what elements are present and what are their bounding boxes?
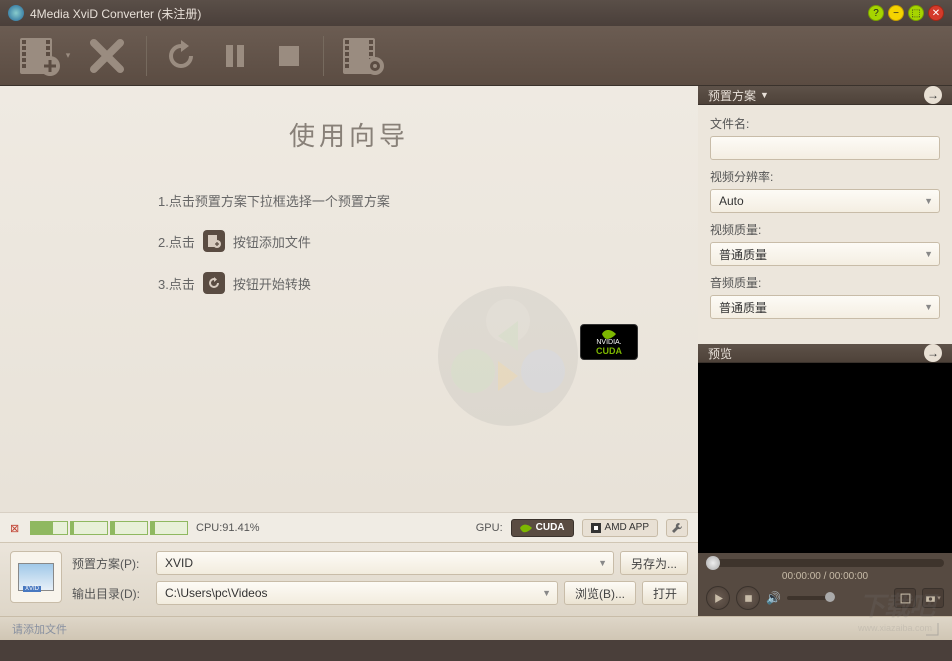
watermark: 下载吧: [859, 586, 934, 623]
titlebar: 4Media XviD Converter (未注册) ? − ⬚ ✕: [0, 0, 952, 26]
seek-bar[interactable]: [706, 559, 944, 567]
profile-thumbnail: XVID: [10, 551, 62, 603]
save-as-button[interactable]: 另存为...: [620, 551, 688, 575]
gpu-amd-badge[interactable]: AMD APP: [582, 519, 658, 537]
profile-label: 预置方案(P):: [72, 555, 150, 572]
chevron-down-icon: ▼: [924, 249, 933, 259]
close-button[interactable]: ✕: [928, 5, 944, 21]
chevron-down-icon: ▼: [924, 302, 933, 312]
separator: [146, 36, 147, 76]
maximize-button[interactable]: ⬚: [908, 5, 924, 21]
video-quality-label: 视频质量:: [710, 221, 940, 238]
audio-quality-combo[interactable]: 普通质量▼: [710, 295, 940, 319]
wizard-panel: 使用向导 1.点击预置方案下拉框选择一个预置方案 2.点击 按钮添加文件 3.点…: [0, 86, 698, 512]
browse-button[interactable]: 浏览(B)...: [564, 581, 636, 605]
preset-header[interactable]: 预置方案 ▼ →: [698, 86, 952, 105]
refresh-icon: [163, 38, 199, 74]
play-button[interactable]: [706, 586, 730, 610]
minimize-button[interactable]: −: [888, 5, 904, 21]
add-file-button[interactable]: ▾: [14, 31, 72, 81]
cuda-badge: NVIDIA. CUDA: [580, 324, 638, 360]
stop-preview-button[interactable]: [736, 586, 760, 610]
background-logo: [428, 276, 588, 436]
volume-slider[interactable]: [787, 596, 835, 600]
watermark-url: www.xiazaiba.com: [858, 623, 932, 633]
preview-go-button[interactable]: →: [924, 344, 942, 362]
stats-close-button[interactable]: ⊠: [10, 522, 22, 534]
chevron-down-icon: ▼: [598, 558, 607, 568]
film-add-icon: [16, 34, 64, 78]
destination-combo[interactable]: C:\Users\pc\Videos ▼: [156, 581, 558, 605]
stop-icon: [271, 38, 307, 74]
seek-thumb[interactable]: [706, 556, 720, 570]
amd-icon: [591, 523, 601, 533]
video-quality-combo[interactable]: 普通质量▼: [710, 242, 940, 266]
resolution-combo[interactable]: Auto▼: [710, 189, 940, 213]
wrench-icon: [671, 522, 683, 534]
preset-form-spacer: [698, 337, 952, 344]
pause-button[interactable]: [211, 34, 259, 78]
refresh-small-icon: [203, 272, 225, 294]
time-display: 00:00:00 / 00:00:00: [706, 571, 944, 582]
main-area: 使用向导 1.点击预置方案下拉框选择一个预置方案 2.点击 按钮添加文件 3.点…: [0, 86, 952, 616]
wizard-step-2: 2.点击 按钮添加文件: [158, 230, 698, 252]
status-hint: 请添加文件: [12, 621, 67, 637]
preview-header: 预览 →: [698, 344, 952, 363]
gpu-cuda-badge[interactable]: CUDA: [511, 519, 574, 537]
chevron-down-icon: ▼: [542, 588, 551, 598]
preset-form: 文件名: 视频分辨率: Auto▼ 视频质量: 普通质量▼ 音频质量: 普通质量…: [698, 105, 952, 337]
chevron-down-icon: ▼: [924, 196, 933, 206]
right-column: 预置方案 ▼ → 文件名: 视频分辨率: Auto▼ 视频质量: 普通质量▼ 音…: [698, 86, 952, 616]
output-settings: XVID 预置方案(P): XVID ▼ 另存为... 输出目录(D): C:\…: [0, 542, 698, 616]
profile-row: 预置方案(P): XVID ▼ 另存为...: [72, 551, 688, 575]
cpu-label: CPU:91.41%: [196, 522, 260, 534]
convert-button[interactable]: [157, 34, 205, 78]
filename-input[interactable]: [710, 136, 940, 160]
separator: [323, 36, 324, 76]
chevron-down-icon: ▼: [760, 90, 769, 100]
window-title: 4Media XviD Converter (未注册): [30, 5, 201, 22]
preview-video: [698, 363, 952, 553]
pause-icon: [217, 38, 253, 74]
effects-button[interactable]: [334, 31, 392, 81]
audio-quality-label: 音频质量:: [710, 274, 940, 291]
destination-label: 输出目录(D):: [72, 585, 150, 602]
preset-go-button[interactable]: →: [924, 86, 942, 104]
left-column: 使用向导 1.点击预置方案下拉框选择一个预置方案 2.点击 按钮添加文件 3.点…: [0, 86, 698, 616]
nvidia-icon: [520, 523, 532, 533]
destination-row: 输出目录(D): C:\Users\pc\Videos ▼ 浏览(B)... 打…: [72, 581, 688, 605]
help-button[interactable]: ?: [868, 5, 884, 21]
stats-bar: ⊠ CPU:91.41% GPU: CUDA AMD APP: [0, 512, 698, 542]
filename-label: 文件名:: [710, 115, 940, 132]
statusbar: 请添加文件: [0, 616, 952, 640]
gpu-label: GPU:: [476, 522, 503, 534]
toolbar: ▾: [0, 26, 952, 86]
app-icon: [8, 5, 24, 21]
wizard-title: 使用向导: [0, 116, 698, 153]
settings-button[interactable]: [666, 519, 688, 537]
nvidia-eye-icon: [602, 329, 616, 339]
film-add-small-icon: [203, 230, 225, 252]
profile-combo[interactable]: XVID ▼: [156, 551, 614, 575]
cpu-meter: [30, 521, 188, 535]
film-effect-icon: [339, 34, 387, 78]
resolution-label: 视频分辨率:: [710, 168, 940, 185]
open-button[interactable]: 打开: [642, 581, 688, 605]
x-icon: [83, 34, 131, 78]
volume-icon[interactable]: 🔊: [766, 591, 781, 605]
remove-button[interactable]: [78, 31, 136, 81]
stop-button[interactable]: [265, 34, 313, 78]
wizard-step-1: 1.点击预置方案下拉框选择一个预置方案: [158, 191, 698, 210]
